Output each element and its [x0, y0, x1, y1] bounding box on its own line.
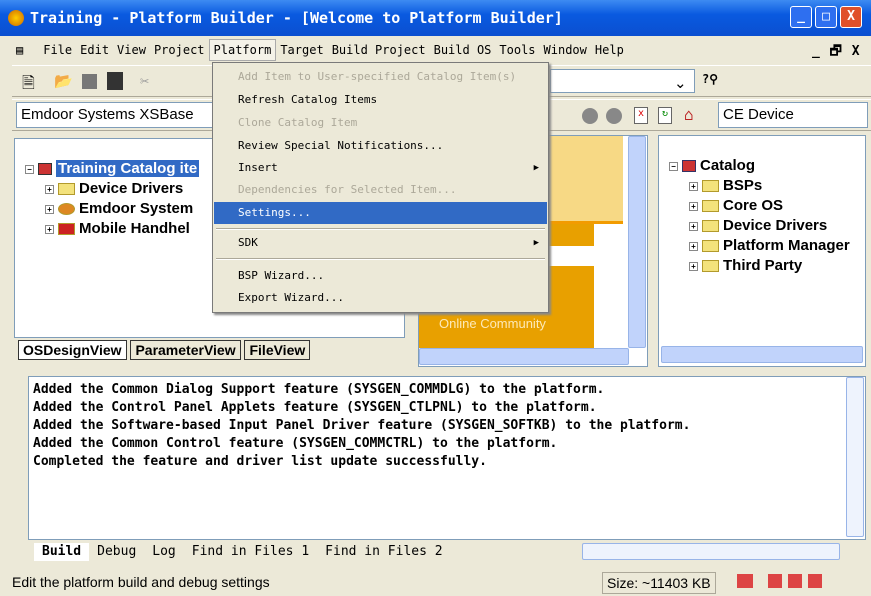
catalog-item[interactable]: + Device Drivers: [669, 216, 850, 236]
menu-file[interactable]: File: [39, 38, 76, 62]
back-icon[interactable]: [582, 108, 598, 124]
open-icon[interactable]: 📂: [54, 72, 73, 90]
online-community-link[interactable]: Online Community: [439, 316, 546, 331]
mdi-restore-button[interactable]: 🗗: [830, 44, 842, 59]
refresh-icon[interactable]: ↻: [658, 107, 672, 124]
connection-status-icons: [768, 574, 828, 588]
menu-item-settings[interactable]: Settings...: [214, 202, 547, 224]
save-all-icon[interactable]: [107, 72, 123, 90]
catalog-item[interactable]: + Platform Manager: [669, 236, 850, 256]
menu-bar: ▤ File Edit View Project Platform Target Build…: [12, 38, 871, 62]
menu-tools[interactable]: Tools: [495, 38, 539, 62]
menu-item-bsp-wizard[interactable]: BSP Wizard...: [214, 265, 547, 287]
mdi-close-button[interactable]: X: [852, 44, 860, 59]
tab-find-in-files-1[interactable]: Find in Files 1: [184, 543, 317, 561]
build-status-icon: [737, 574, 753, 588]
folder-icon: [702, 240, 719, 253]
horizontal-scrollbar[interactable]: [661, 346, 863, 363]
folder-icon: [702, 180, 719, 193]
catalog-icon: [682, 160, 696, 173]
catalog-panel: − Catalog + BSPs + Core OS + Device Drivers …: [658, 135, 866, 367]
forward-icon[interactable]: [606, 108, 622, 124]
save-icon[interactable]: [82, 74, 97, 89]
folder-icon: [702, 260, 719, 273]
tab-osdesignview[interactable]: OSDesignView: [18, 340, 127, 360]
tab-find-in-files-2[interactable]: Find in Files 2: [317, 543, 450, 561]
folder-icon: [702, 220, 719, 233]
output-tabs: Build Debug Log Find in Files 1 Find in File…: [34, 543, 451, 561]
component-icon: [58, 203, 75, 216]
cut-icon[interactable]: ✂: [140, 72, 149, 90]
menu-item-add-item[interactable]: Add Item to User-specified Catalog Item(…: [214, 66, 547, 88]
menu-separator: [216, 258, 545, 260]
folder-icon: [702, 200, 719, 213]
tab-build[interactable]: Build: [34, 543, 90, 561]
tab-debug[interactable]: Debug: [89, 543, 144, 561]
chevron-down-icon[interactable]: ⌄: [674, 72, 692, 92]
menu-build-project[interactable]: Build Project: [328, 38, 430, 62]
maximize-button[interactable]: □: [815, 6, 837, 28]
window-title: Training - Platform Builder - [Welcome t…: [30, 9, 563, 27]
vertical-scrollbar[interactable]: [628, 136, 646, 348]
platform-menu: Add Item to User-specified Catalog Item(…: [212, 62, 549, 313]
find-combo[interactable]: ⌄: [550, 69, 695, 93]
tree-item[interactable]: + Emdoor System: [25, 199, 199, 219]
catalog-root[interactable]: − Catalog: [669, 156, 850, 176]
catalog-item[interactable]: + Core OS: [669, 196, 850, 216]
tab-log[interactable]: Log: [144, 543, 183, 561]
menu-item-insert[interactable]: Insert ▶: [214, 157, 547, 179]
status-bar: Edit the platform build and debug settin…: [0, 570, 871, 596]
output-horizontal-scrollbar[interactable]: [582, 543, 840, 560]
minimize-button[interactable]: _: [790, 6, 812, 28]
menu-item-review-notifications[interactable]: Review Special Notifications...: [214, 135, 547, 157]
tab-fileview[interactable]: FileView: [244, 340, 311, 360]
app-icon: [8, 10, 24, 26]
close-button[interactable]: X: [840, 6, 862, 28]
tree-root[interactable]: − Training Catalog ite: [25, 159, 200, 179]
menu-item-export-wizard[interactable]: Export Wizard...: [214, 287, 547, 309]
image-size: Size: ~11403 KB: [602, 572, 716, 594]
folder-icon: [58, 183, 75, 196]
find-in-files-icon[interactable]: ?⚲: [702, 72, 718, 86]
catalog-item[interactable]: + BSPs: [669, 176, 850, 196]
menu-edit[interactable]: Edit: [76, 38, 113, 62]
tree-item[interactable]: + Device Drivers: [25, 179, 199, 199]
submenu-arrow-icon: ▶: [533, 238, 539, 248]
mdi-minimize-button[interactable]: _: [812, 44, 820, 59]
menu-build-os[interactable]: Build OS: [430, 38, 496, 62]
output-window: Added the Common Dialog Support feature …: [28, 376, 866, 540]
menu-window[interactable]: Window: [540, 38, 591, 62]
horizontal-scrollbar[interactable]: [419, 348, 629, 365]
vertical-scrollbar[interactable]: [846, 377, 864, 537]
component-icon: [58, 223, 75, 236]
menu-item-clone-catalog[interactable]: Clone Catalog Item: [214, 112, 547, 134]
stop-icon[interactable]: x: [634, 107, 648, 124]
menu-view[interactable]: View: [113, 38, 150, 62]
platform-combo[interactable]: Emdoor Systems XSBase: [16, 102, 216, 128]
menu-item-dependencies[interactable]: Dependencies for Selected Item...: [214, 179, 547, 201]
status-message: Edit the platform build and debug settin…: [12, 574, 270, 590]
menu-item-sdk[interactable]: SDK ▶: [214, 232, 547, 254]
device-combo[interactable]: CE Device: [718, 102, 868, 128]
menu-target[interactable]: Target: [276, 38, 327, 62]
catalog-item[interactable]: + Third Party: [669, 256, 850, 276]
menu-help[interactable]: Help: [591, 38, 628, 62]
home-icon[interactable]: ⌂: [684, 105, 694, 124]
doc-icon: ▤: [16, 43, 24, 57]
menu-project[interactable]: Project: [150, 38, 209, 62]
menu-separator: [216, 228, 545, 230]
menu-platform[interactable]: Platform: [208, 39, 277, 61]
submenu-arrow-icon: ▶: [533, 163, 539, 173]
title-bar: Training - Platform Builder - [Welcome t…: [0, 0, 871, 36]
tree-item[interactable]: + Mobile Handhel: [25, 219, 199, 239]
new-file-icon[interactable]: 🗎: [22, 72, 35, 99]
tab-parameterview[interactable]: ParameterView: [130, 340, 241, 360]
menu-item-refresh-catalog[interactable]: Refresh Catalog Items: [214, 89, 547, 111]
